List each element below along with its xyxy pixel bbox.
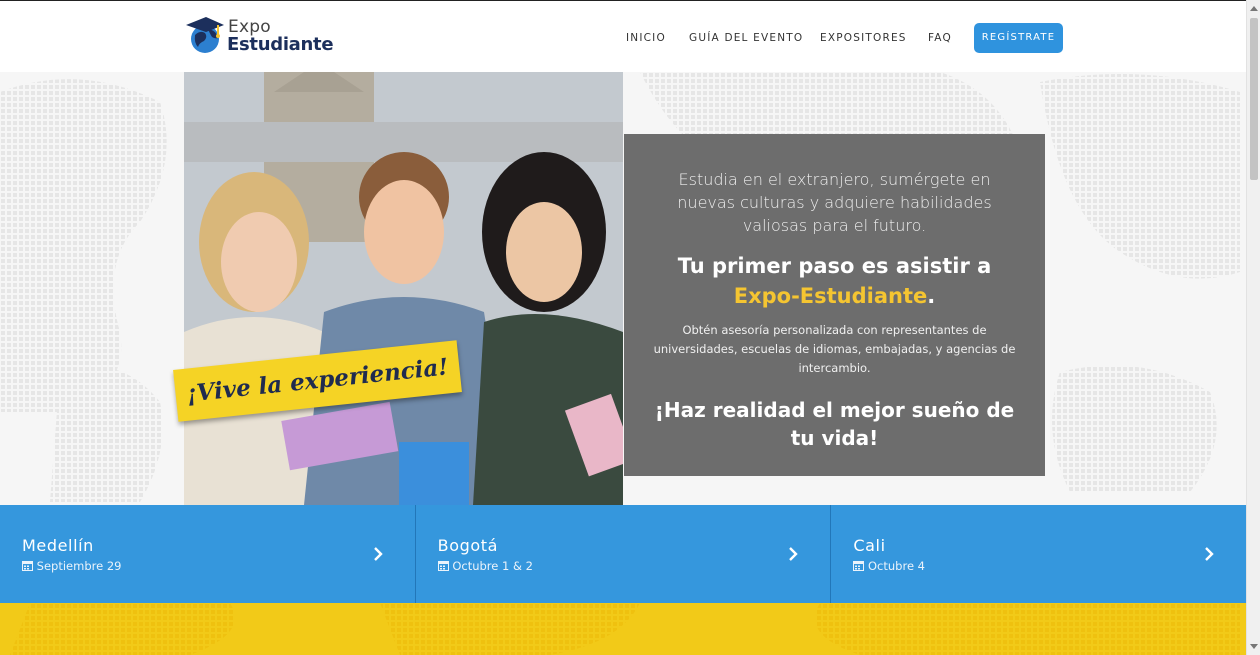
city-name: Cali: [853, 536, 886, 555]
nav-inicio[interactable]: INICIO: [626, 32, 666, 44]
calendar-icon: [437, 561, 449, 571]
hero-section: ¡Vive la experiencia! Estudia en el extr…: [0, 72, 1246, 505]
hero-cta-text: ¡Haz realidad el mejor sueño de tu vida!: [654, 398, 1015, 450]
hero-intro-text: Estudia en el extranjero, sumérgete en n…: [677, 170, 992, 235]
city-name: Medellín: [22, 536, 94, 555]
city-card-medellin[interactable]: Medellín Septiembre 29: [0, 505, 415, 603]
city-events-bar: Medellín Septiembre 29 Bogotá Octubre 1 …: [0, 505, 1247, 603]
city-card-cali[interactable]: Cali Octubre 4: [830, 505, 1247, 603]
city-name: Bogotá: [437, 536, 499, 555]
hero-headline: Tu primer paso es asistir a Expo-Estudian…: [644, 251, 1025, 311]
city-date-row: Septiembre 29: [22, 559, 121, 573]
chevron-right-icon[interactable]: [371, 545, 385, 563]
yellow-map-band: [0, 603, 1246, 655]
yellow-map-dots: [10, 603, 1240, 655]
vertical-scrollbar[interactable]: [1246, 0, 1260, 655]
chevron-right-icon[interactable]: [1202, 545, 1216, 563]
calendar-icon: [853, 561, 865, 571]
site-header: Expo Estudiante INICIO GUÍA DEL EVENTO E…: [0, 1, 1246, 72]
scrollbar-thumb[interactable]: [1250, 18, 1258, 180]
students-photo: [184, 72, 623, 505]
city-card-bogota[interactable]: Bogotá Octubre 1 & 2: [414, 505, 831, 603]
calendar-icon: [22, 561, 33, 571]
city-date-row: Octubre 4: [853, 559, 925, 573]
nav-guia-del-evento[interactable]: GUÍA DEL EVENTO: [689, 32, 803, 44]
headline-post: .: [927, 284, 936, 308]
hero-info-box: Estudia en el extranjero, sumérgete en n…: [624, 134, 1045, 476]
site-logo[interactable]: Expo Estudiante: [184, 15, 334, 57]
scroll-up-arrow-icon[interactable]: [1250, 6, 1258, 11]
city-date: Octubre 1 & 2: [452, 559, 533, 573]
nav-expositores[interactable]: EXPOSITORES: [820, 32, 907, 44]
city-date: Octubre 4: [868, 559, 925, 573]
scroll-down-arrow-icon[interactable]: [1250, 644, 1258, 649]
city-date: Septiembre 29: [36, 559, 122, 573]
students-illustration: [184, 72, 623, 505]
graduation-cap-globe-icon: [186, 17, 224, 53]
headline-pre: Tu primer paso es asistir a: [677, 254, 992, 278]
headline-highlight: Expo-Estudiante: [733, 284, 928, 308]
nav-faq[interactable]: FAQ: [928, 32, 952, 44]
logo-text-estudiante: Estudiante: [227, 34, 334, 55]
hero-description: Obtén asesoría personalizada con represe…: [653, 323, 1016, 375]
register-button[interactable]: REGÍSTRATE: [974, 23, 1063, 53]
chevron-right-icon[interactable]: [786, 545, 800, 563]
city-date-row: Octubre 1 & 2: [437, 559, 533, 573]
